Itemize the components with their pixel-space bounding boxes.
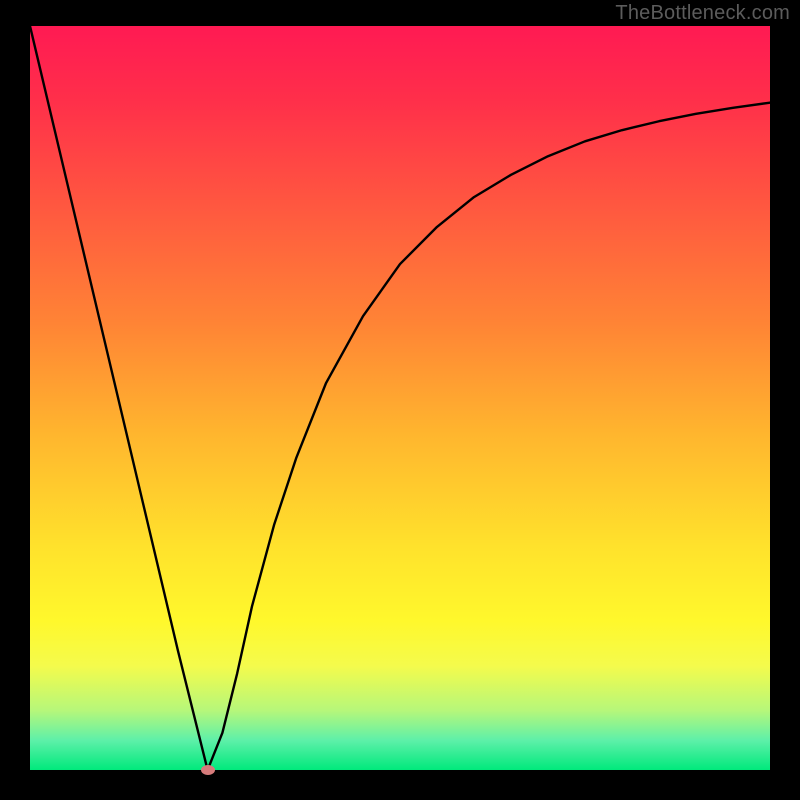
- watermark-text: TheBottleneck.com: [615, 2, 790, 25]
- chart-frame: TheBottleneck.com: [0, 0, 800, 800]
- bottleneck-curve: [30, 26, 770, 770]
- plot-area: [30, 26, 770, 770]
- optimum-marker: [201, 765, 215, 775]
